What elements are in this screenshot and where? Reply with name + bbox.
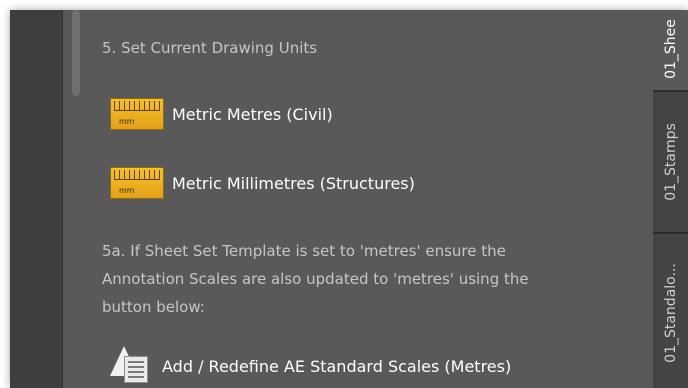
ruler-mm-icon: mm <box>110 98 164 130</box>
command-label: Metric Millimetres (Structures) <box>172 173 415 193</box>
tab-01-standalone[interactable]: 01_Standalo... <box>653 233 688 388</box>
tool-palette-window: 5. Set Current Drawing Units mm Metric M… <box>10 10 688 388</box>
palette-tab-bar: 01_Shee 01_Stamps 01_Standalo... <box>653 10 688 388</box>
tab-01-sheets[interactable]: 01_Shee <box>653 10 688 91</box>
scrollbar-thumb[interactable] <box>72 10 80 96</box>
tab-label: 01_Stamps <box>662 123 679 201</box>
info-line: 5a. If Sheet Set Template is set to 'met… <box>102 242 506 260</box>
tab-label: 01_Standalo... <box>662 263 679 363</box>
command-label: Add / Redefine AE Standard Scales (Metre… <box>162 356 512 376</box>
step-heading: 5. Set Current Drawing Units <box>102 39 318 57</box>
metric-metres-civil-button[interactable]: mm Metric Metres (Civil) <box>110 98 333 130</box>
tab-label: 01_Shee <box>662 18 679 79</box>
info-line: button below: <box>102 298 205 316</box>
metric-millimetres-structures-button[interactable]: mm Metric Millimetres (Structures) <box>110 167 415 199</box>
palette-content-panel <box>63 10 653 388</box>
ruler-mm-icon: mm <box>110 167 164 199</box>
annotation-scale-icon <box>110 346 154 386</box>
info-line: Annotation Scales are also updated to 'm… <box>102 270 529 288</box>
annotation-scales-info: 5a. If Sheet Set Template is set to 'met… <box>102 237 602 321</box>
palette-left-strip <box>10 10 62 388</box>
tab-01-stamps[interactable]: 01_Stamps <box>653 91 688 233</box>
command-label: Metric Metres (Civil) <box>172 104 333 124</box>
add-redefine-scales-button[interactable]: Add / Redefine AE Standard Scales (Metre… <box>110 346 511 386</box>
